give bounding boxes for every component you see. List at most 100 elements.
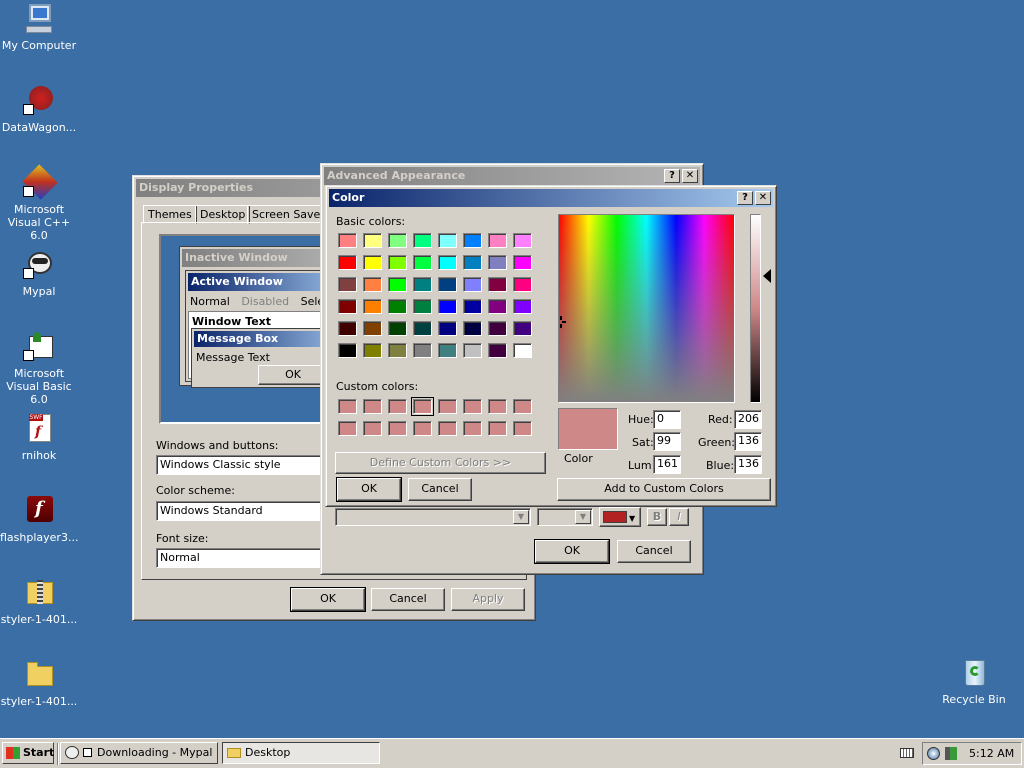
basic-color-swatch[interactable] (413, 233, 432, 248)
color-spectrum[interactable] (558, 214, 735, 403)
basic-color-swatch[interactable] (513, 233, 532, 248)
basic-color-swatch[interactable] (363, 299, 382, 314)
basic-color-swatch[interactable] (488, 321, 507, 336)
sat-input[interactable]: 99 (653, 432, 681, 451)
desktop-icon-flashplayer[interactable]: f flashplayer3... (0, 496, 78, 544)
basic-color-swatch[interactable] (513, 255, 532, 270)
custom-color-swatch[interactable] (513, 421, 532, 436)
basic-color-swatch[interactable] (488, 343, 507, 358)
custom-color-swatch[interactable] (413, 421, 432, 436)
cancel-button[interactable]: Cancel (617, 540, 691, 563)
basic-color-swatch[interactable] (338, 321, 357, 336)
close-button[interactable]: ✕ (682, 169, 698, 183)
start-button[interactable]: Start (2, 742, 54, 764)
desktop-icon-styler-folder[interactable]: styler-1-401... (0, 660, 78, 708)
green-input[interactable]: 136 (734, 432, 762, 451)
basic-color-swatch[interactable] (363, 321, 382, 336)
close-button[interactable]: ✕ (755, 191, 771, 205)
basic-color-swatch[interactable] (338, 343, 357, 358)
basic-color-swatch[interactable] (388, 277, 407, 292)
item-color-button[interactable]: ▼ (599, 507, 641, 527)
bold-button[interactable]: B (647, 508, 667, 526)
basic-color-swatch[interactable] (513, 277, 532, 292)
basic-color-swatch[interactable] (438, 321, 457, 336)
basic-color-swatch[interactable] (338, 299, 357, 314)
basic-color-swatch[interactable] (513, 343, 532, 358)
custom-color-swatch[interactable] (488, 399, 507, 414)
volume-icon[interactable] (945, 747, 957, 760)
lum-input[interactable]: 161 (653, 455, 681, 474)
keyboard-icon[interactable] (900, 748, 914, 758)
desktop-icon-visual-cpp[interactable]: ↗ Microsoft Visual C++ 6.0 (0, 164, 78, 242)
basic-color-swatch[interactable] (488, 299, 507, 314)
ok-button[interactable]: OK (534, 539, 610, 564)
basic-color-swatch[interactable] (413, 255, 432, 270)
basic-color-swatch[interactable] (338, 233, 357, 248)
basic-color-swatch[interactable] (363, 277, 382, 292)
clock[interactable]: 5:12 AM (969, 747, 1014, 760)
basic-color-swatch[interactable] (413, 299, 432, 314)
basic-color-swatch[interactable] (513, 321, 532, 336)
basic-color-swatch[interactable] (463, 321, 482, 336)
desktop-icon-rnihok[interactable]: SWF f rnihok (0, 414, 78, 462)
desktop-icon-my-computer[interactable]: My Computer (0, 4, 78, 52)
basic-color-swatch[interactable] (363, 343, 382, 358)
advanced-appearance-titlebar[interactable]: Advanced Appearance ? ✕ (324, 167, 700, 185)
basic-color-swatch[interactable] (463, 277, 482, 292)
custom-color-swatch[interactable] (411, 397, 434, 416)
help-button[interactable]: ? (737, 191, 753, 205)
italic-button[interactable]: I (669, 508, 689, 526)
basic-color-swatch[interactable] (388, 343, 407, 358)
network-icon[interactable] (927, 747, 940, 760)
desktop-icon-styler-zip[interactable]: styler-1-401... (0, 578, 78, 626)
item-select[interactable] (335, 508, 531, 526)
hue-input[interactable]: 0 (653, 410, 681, 429)
basic-color-swatch[interactable] (513, 299, 532, 314)
custom-color-swatch[interactable] (438, 421, 457, 436)
basic-color-swatch[interactable] (388, 299, 407, 314)
color-dialog-titlebar[interactable]: Color ? ✕ (329, 189, 773, 207)
cancel-button[interactable]: Cancel (371, 588, 445, 611)
desktop-icon-recycle-bin[interactable]: Recycle Bin (935, 658, 1013, 706)
desktop-icon-mypal[interactable]: ↗ Mypal (0, 250, 78, 298)
custom-color-swatch[interactable] (388, 421, 407, 436)
basic-color-swatch[interactable] (363, 233, 382, 248)
basic-color-swatch[interactable] (463, 299, 482, 314)
custom-color-swatch[interactable] (463, 421, 482, 436)
custom-color-swatch[interactable] (488, 421, 507, 436)
custom-color-swatch[interactable] (388, 399, 407, 414)
luminance-arrow-icon[interactable] (763, 269, 771, 283)
basic-color-swatch[interactable] (438, 233, 457, 248)
custom-color-swatch[interactable] (338, 421, 357, 436)
custom-color-swatch[interactable] (363, 399, 382, 414)
basic-color-swatch[interactable] (338, 277, 357, 292)
basic-color-swatch[interactable] (413, 343, 432, 358)
basic-color-swatch[interactable] (463, 233, 482, 248)
basic-color-swatch[interactable] (463, 343, 482, 358)
ok-button[interactable]: OK (336, 477, 402, 502)
help-button[interactable]: ? (664, 169, 680, 183)
desktop-icon-datawagon[interactable]: ↗ DataWagon... (0, 86, 78, 134)
basic-color-swatch[interactable] (388, 321, 407, 336)
luminance-slider[interactable] (750, 214, 761, 403)
basic-color-swatch[interactable] (438, 299, 457, 314)
custom-color-swatch[interactable] (463, 399, 482, 414)
basic-color-swatch[interactable] (438, 343, 457, 358)
basic-color-swatch[interactable] (363, 255, 382, 270)
custom-color-swatch[interactable] (363, 421, 382, 436)
define-custom-colors-button[interactable]: Define Custom Colors >> (335, 452, 546, 474)
ok-button[interactable]: OK (290, 587, 366, 612)
custom-color-swatch[interactable] (438, 399, 457, 414)
basic-color-swatch[interactable] (488, 255, 507, 270)
basic-color-swatch[interactable] (388, 255, 407, 270)
custom-color-swatch[interactable] (338, 399, 357, 414)
basic-color-swatch[interactable] (438, 277, 457, 292)
red-input[interactable]: 206 (734, 410, 762, 429)
basic-color-swatch[interactable] (413, 321, 432, 336)
basic-color-swatch[interactable] (338, 255, 357, 270)
custom-color-swatch[interactable] (513, 399, 532, 414)
desktop-icon-visual-basic[interactable]: ↗ Microsoft Visual Basic 6.0 (0, 332, 78, 406)
blue-input[interactable]: 136 (734, 455, 762, 474)
basic-color-swatch[interactable] (463, 255, 482, 270)
cancel-button[interactable]: Cancel (408, 478, 472, 501)
